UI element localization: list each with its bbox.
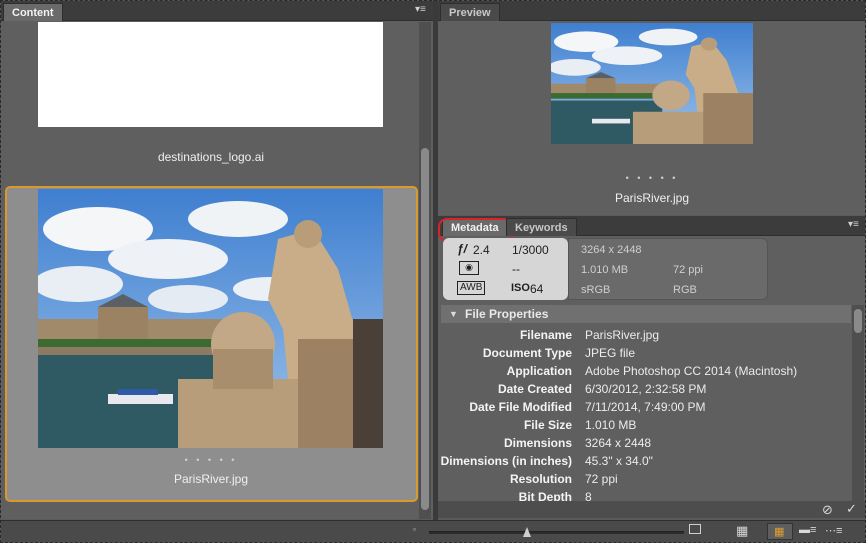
preview-panel: Preview • • • • • ParisRiver.jpg bbox=[438, 1, 865, 215]
bottom-bar: ▫ ▦ ▦ ▬≡ ⋯≡ bbox=[1, 520, 865, 542]
metadata-label: Dimensions (in inches) bbox=[440, 454, 572, 468]
metadata-value[interactable]: 45.3" x 34.0" bbox=[585, 452, 653, 470]
panel-menu-icon[interactable]: ▾≡ bbox=[415, 4, 426, 15]
metadata-row: Filename ParisRiver.jpg bbox=[438, 326, 850, 344]
thumbnail-paris-river[interactable] bbox=[38, 189, 383, 448]
metadata-row: Date Created 6/30/2012, 2:32:58 PM bbox=[438, 380, 850, 398]
thumbnail-destinations-logo[interactable] bbox=[38, 22, 383, 127]
apply-check-icon[interactable]: ✓ bbox=[846, 501, 857, 517]
metadata-row: Resolution 72 ppi bbox=[438, 470, 850, 488]
metadata-footer: ⊘ ✓ bbox=[438, 501, 865, 518]
metadata-label: Date File Modified bbox=[469, 400, 572, 414]
metadata-value[interactable]: 6/30/2012, 2:32:58 PM bbox=[585, 380, 706, 398]
metadata-label: Bit Depth bbox=[518, 490, 572, 501]
metadata-value[interactable]: 3264 x 2448 bbox=[585, 434, 651, 452]
preview-tabbar: Preview bbox=[438, 1, 865, 21]
rating-dots[interactable]: • • • • • bbox=[1, 455, 421, 465]
metadata-row: Bit Depth 8 bbox=[438, 488, 850, 501]
content-scrollbar-thumb[interactable] bbox=[421, 148, 429, 510]
details-view-icon[interactable]: ▬≡ bbox=[799, 524, 816, 536]
content-panel: Content ▾≡ destinations_logo.ai • • • • … bbox=[1, 1, 433, 519]
small-thumb-icon[interactable]: ▫ bbox=[413, 525, 416, 534]
metadata-label: Date Created bbox=[497, 382, 572, 396]
view-thumbnails-button[interactable]: ▦ bbox=[767, 523, 793, 540]
preview-filename: ParisRiver.jpg bbox=[614, 191, 690, 205]
tab-content[interactable]: Content bbox=[3, 3, 63, 21]
metadata-value[interactable]: 7/11/2014, 7:49:00 PM bbox=[585, 398, 706, 416]
metadata-scrollbar[interactable] bbox=[852, 305, 864, 501]
list-view-icon[interactable]: ⋯≡ bbox=[825, 524, 842, 537]
metadata-row: Document Type JPEG file bbox=[438, 344, 850, 362]
tab-preview[interactable]: Preview bbox=[440, 3, 500, 21]
metadata-label: Resolution bbox=[510, 472, 572, 486]
thumbnail-size-slider[interactable] bbox=[429, 531, 684, 534]
thumbnail-label: ParisRiver.jpg bbox=[173, 472, 249, 486]
metadata-panel: Metadata Keywords ▾≡ ƒ/ 2.4 1/3000 ◉ -- … bbox=[438, 216, 865, 518]
cancel-icon[interactable]: ⊘ bbox=[822, 502, 833, 518]
preview-image[interactable] bbox=[551, 23, 753, 144]
metadata-label: File Size bbox=[523, 418, 572, 432]
paris-river-photo bbox=[551, 23, 753, 144]
metadata-value[interactable]: JPEG file bbox=[585, 344, 635, 362]
metadata-scrollbar-thumb[interactable] bbox=[854, 309, 862, 333]
metadata-rows: Filename ParisRiver.jpg Document Type JPEG … bbox=[438, 216, 851, 501]
metadata-row: Date File Modified 7/11/2014, 7:49:00 PM bbox=[438, 398, 850, 416]
metadata-label: Filename bbox=[519, 328, 572, 342]
metadata-value[interactable]: 72 ppi bbox=[585, 470, 618, 488]
large-thumb-icon[interactable] bbox=[689, 524, 701, 534]
thumbnails-view-icon: ▦ bbox=[774, 526, 785, 538]
content-tabbar: Content ▾≡ bbox=[1, 1, 433, 21]
thumbnail-label: destinations_logo.ai bbox=[157, 150, 265, 164]
metadata-value[interactable]: 1.010 MB bbox=[585, 416, 636, 434]
metadata-value[interactable]: Adobe Photoshop CC 2014 (Macintosh) bbox=[585, 362, 797, 380]
metadata-value[interactable]: 8 bbox=[585, 488, 592, 501]
paris-river-photo bbox=[38, 189, 383, 448]
content-scrollbar[interactable] bbox=[419, 22, 431, 519]
grid-lock-icon[interactable]: ▦ bbox=[736, 523, 748, 539]
metadata-label: Dimensions bbox=[503, 436, 572, 450]
metadata-row: Dimensions 3264 x 2448 bbox=[438, 434, 850, 452]
preview-rating-dots[interactable]: • • • • • bbox=[442, 173, 862, 183]
metadata-row: Application Adobe Photoshop CC 2014 (Maci… bbox=[438, 362, 850, 380]
metadata-row: File Size 1.010 MB bbox=[438, 416, 850, 434]
metadata-value[interactable]: ParisRiver.jpg bbox=[585, 326, 659, 344]
metadata-label: Document Type bbox=[482, 346, 572, 360]
metadata-row: Dimensions (in inches) 45.3" x 34.0" bbox=[438, 452, 850, 470]
metadata-label: Application bbox=[506, 364, 572, 378]
